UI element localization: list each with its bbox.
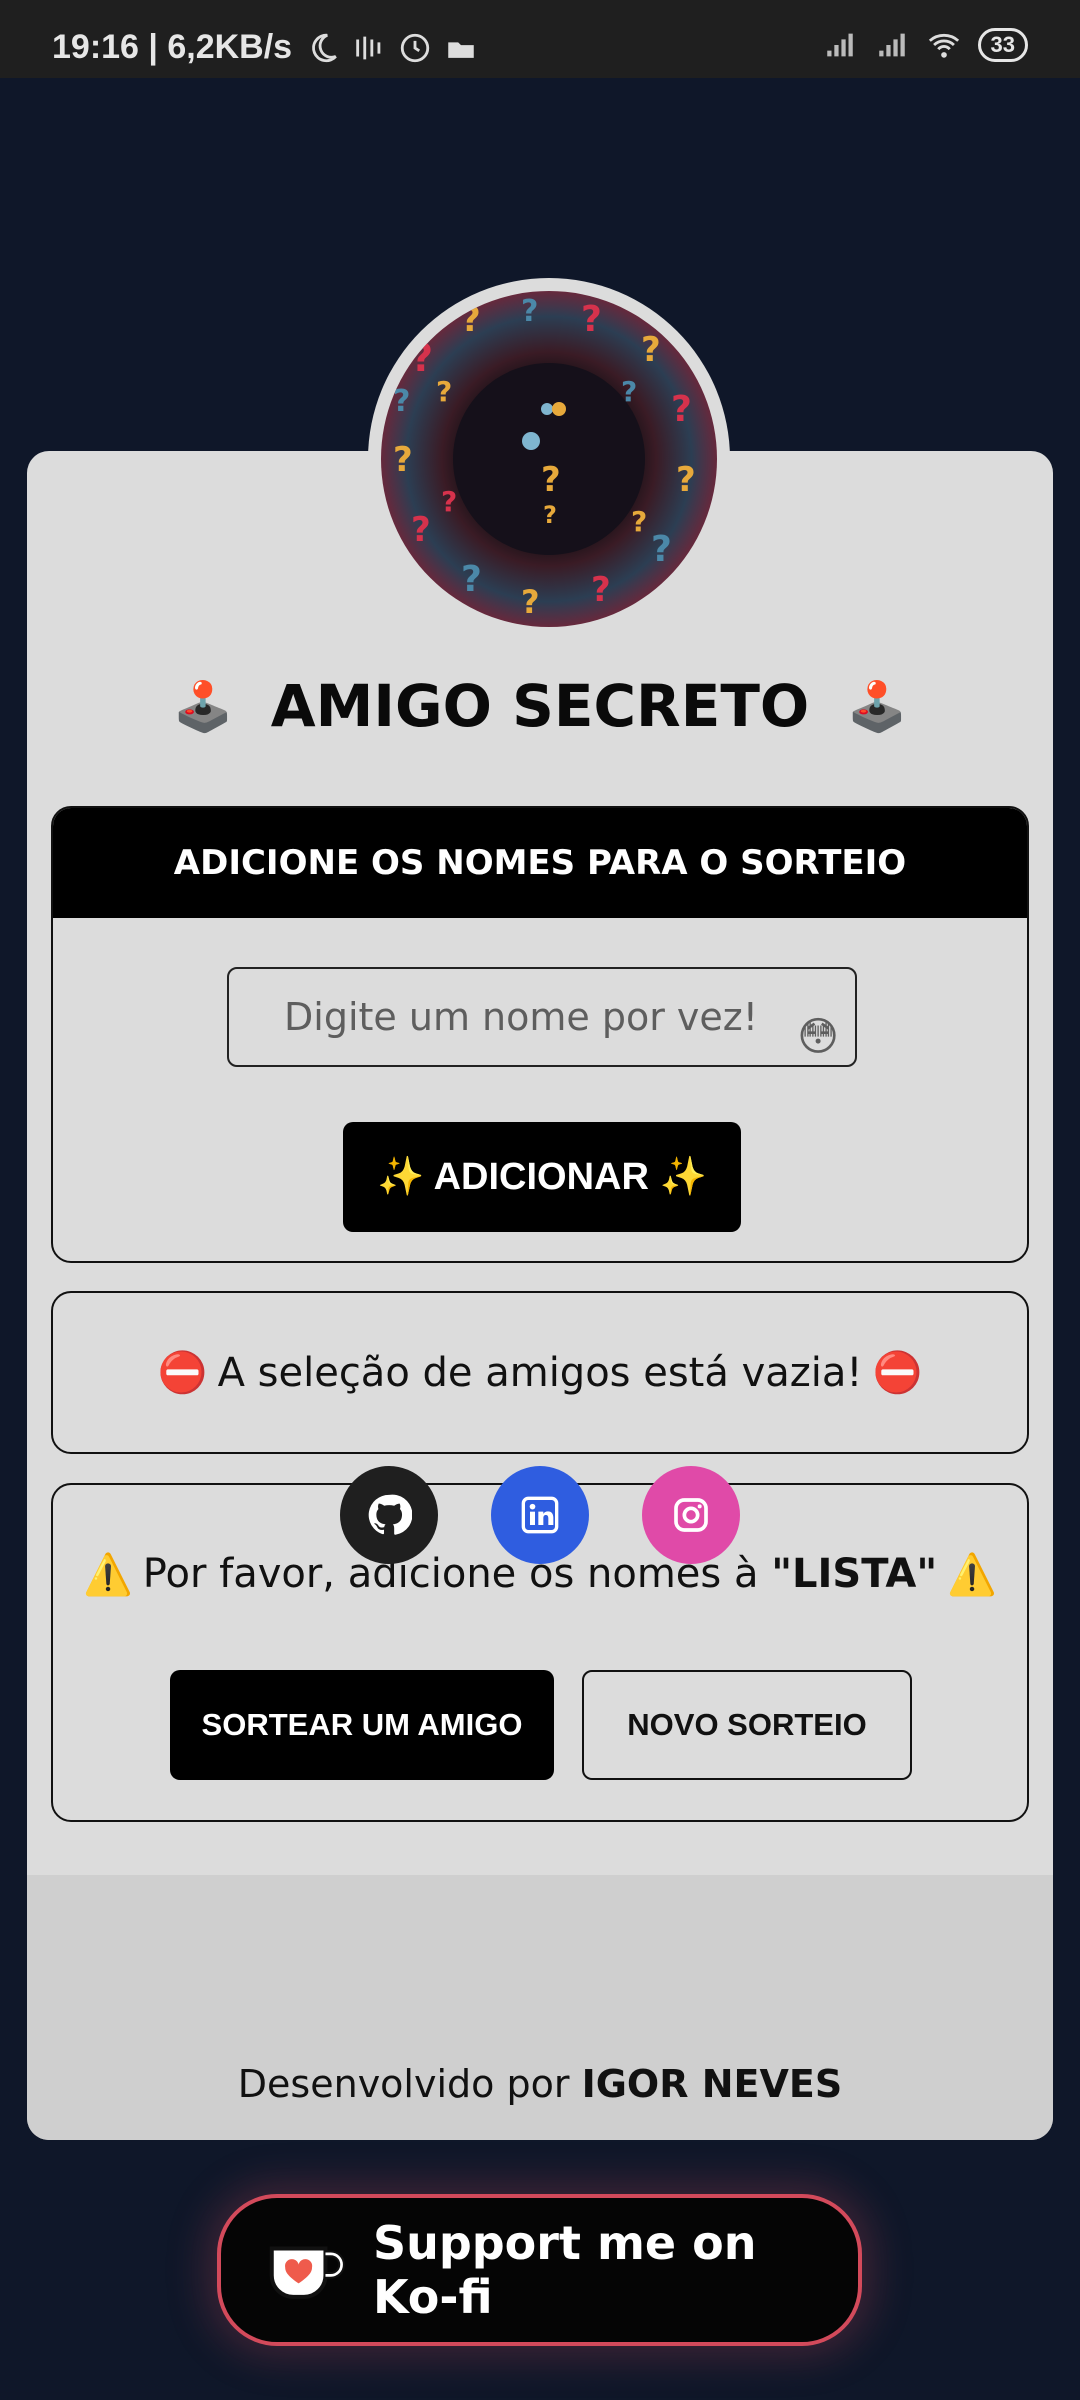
svg-text:?: ? <box>591 570 611 610</box>
wifi-icon <box>928 33 959 58</box>
signal-icon <box>826 33 853 57</box>
empty-list-text: A seleção de amigos está vazia! <box>217 1349 863 1396</box>
status-icons <box>306 31 478 65</box>
no-entry-icon: ⛔ <box>157 1350 208 1396</box>
instagram-link[interactable] <box>642 1466 740 1564</box>
svg-text:?: ? <box>543 501 557 529</box>
developer-credit: Desenvolvido por IGOR NEVES <box>0 2062 1080 2106</box>
github-link[interactable] <box>340 1466 438 1564</box>
svg-text:?: ? <box>411 510 431 550</box>
flushed-face-icon: 😳 <box>797 1014 839 1060</box>
title-row: 🕹️ AMIGO SECRETO 🕹️ <box>0 666 1080 746</box>
name-input[interactable]: Digite um nome por vez! 😳 <box>227 967 857 1067</box>
question-marks-art: ? ? ? ? ? ? ? ? ? ? ? ? ? ? ? ? ? ? ? ? <box>393 294 696 621</box>
svg-text:?: ? <box>651 529 672 570</box>
kofi-label: Support me on Ko-fi <box>372 2216 757 2324</box>
add-names-section: ADICIONE OS NOMES PARA O SORTEIO Digite … <box>51 806 1029 1263</box>
joystick-icon-left: 🕹️ <box>173 678 233 735</box>
folder-icon <box>448 41 474 58</box>
linkedin-icon <box>521 1496 559 1534</box>
add-button[interactable]: ✨ ADICIONAR ✨ <box>343 1122 741 1232</box>
status-left: 19:16 | 6,2KB/s <box>52 28 478 67</box>
signal-icon-2 <box>878 33 905 57</box>
name-input-placeholder: Digite um nome por vez! <box>284 995 758 1039</box>
add-names-heading: ADICIONE OS NOMES PARA O SORTEIO <box>53 808 1027 918</box>
page-title: AMIGO SECRETO <box>270 672 810 740</box>
draw-friend-button[interactable]: SORTEAR UM AMIGO <box>170 1670 554 1780</box>
no-entry-icon-right: ⛔ <box>872 1350 923 1396</box>
developer-name: IGOR NEVES <box>581 2062 843 2106</box>
svg-text:?: ? <box>671 389 692 430</box>
kofi-support-button[interactable]: Support me on Ko-fi <box>217 2194 862 2346</box>
svg-text:?: ? <box>631 505 647 538</box>
status-right: 33 <box>822 28 1028 62</box>
svg-text:?: ? <box>521 294 538 329</box>
svg-text:?: ? <box>441 485 457 518</box>
status-time: 19:16 | 6,2KB/s <box>52 28 293 66</box>
new-draw-button[interactable]: NOVO SORTEIO <box>582 1670 912 1780</box>
moon-icon <box>312 33 337 62</box>
friends-list-section: ⛔ A seleção de amigos está vazia! ⛔ <box>51 1291 1029 1454</box>
github-icon <box>368 1494 412 1535</box>
svg-text:?: ? <box>541 460 561 500</box>
status-bar: 19:16 | 6,2KB/s 33 <box>0 0 1080 78</box>
svg-text:?: ? <box>581 299 602 340</box>
warning-icon: ⚠️ <box>82 1551 133 1598</box>
svg-text:?: ? <box>436 375 452 408</box>
warning-icon-right: ⚠️ <box>947 1551 998 1598</box>
instagram-icon <box>674 1498 708 1532</box>
svg-text:?: ? <box>461 559 482 600</box>
svg-text:?: ? <box>393 440 413 480</box>
empty-list-message: ⛔ A seleção de amigos está vazia! ⛔ <box>53 1293 1027 1452</box>
developed-by-label: Desenvolvido por <box>237 2062 570 2106</box>
avatar-image: ? ? ? ? ? ? ? ? ? ? ? ? ? ? ? ? ? ? ? ? <box>381 291 717 627</box>
svg-text:?: ? <box>521 583 540 621</box>
kofi-cup-icon <box>269 2246 345 2299</box>
vibrate-icon <box>356 36 381 59</box>
joystick-icon-right: 🕹️ <box>847 678 907 735</box>
alarm-icon <box>400 33 430 62</box>
linkedin-link[interactable] <box>491 1466 589 1564</box>
warning-text-emphasis: "LISTA" <box>771 1551 938 1597</box>
battery-indicator: 33 <box>977 28 1028 62</box>
svg-text:?: ? <box>641 330 661 370</box>
svg-text:?: ? <box>393 384 410 419</box>
svg-text:?: ? <box>676 460 696 500</box>
svg-text:?: ? <box>621 375 637 408</box>
